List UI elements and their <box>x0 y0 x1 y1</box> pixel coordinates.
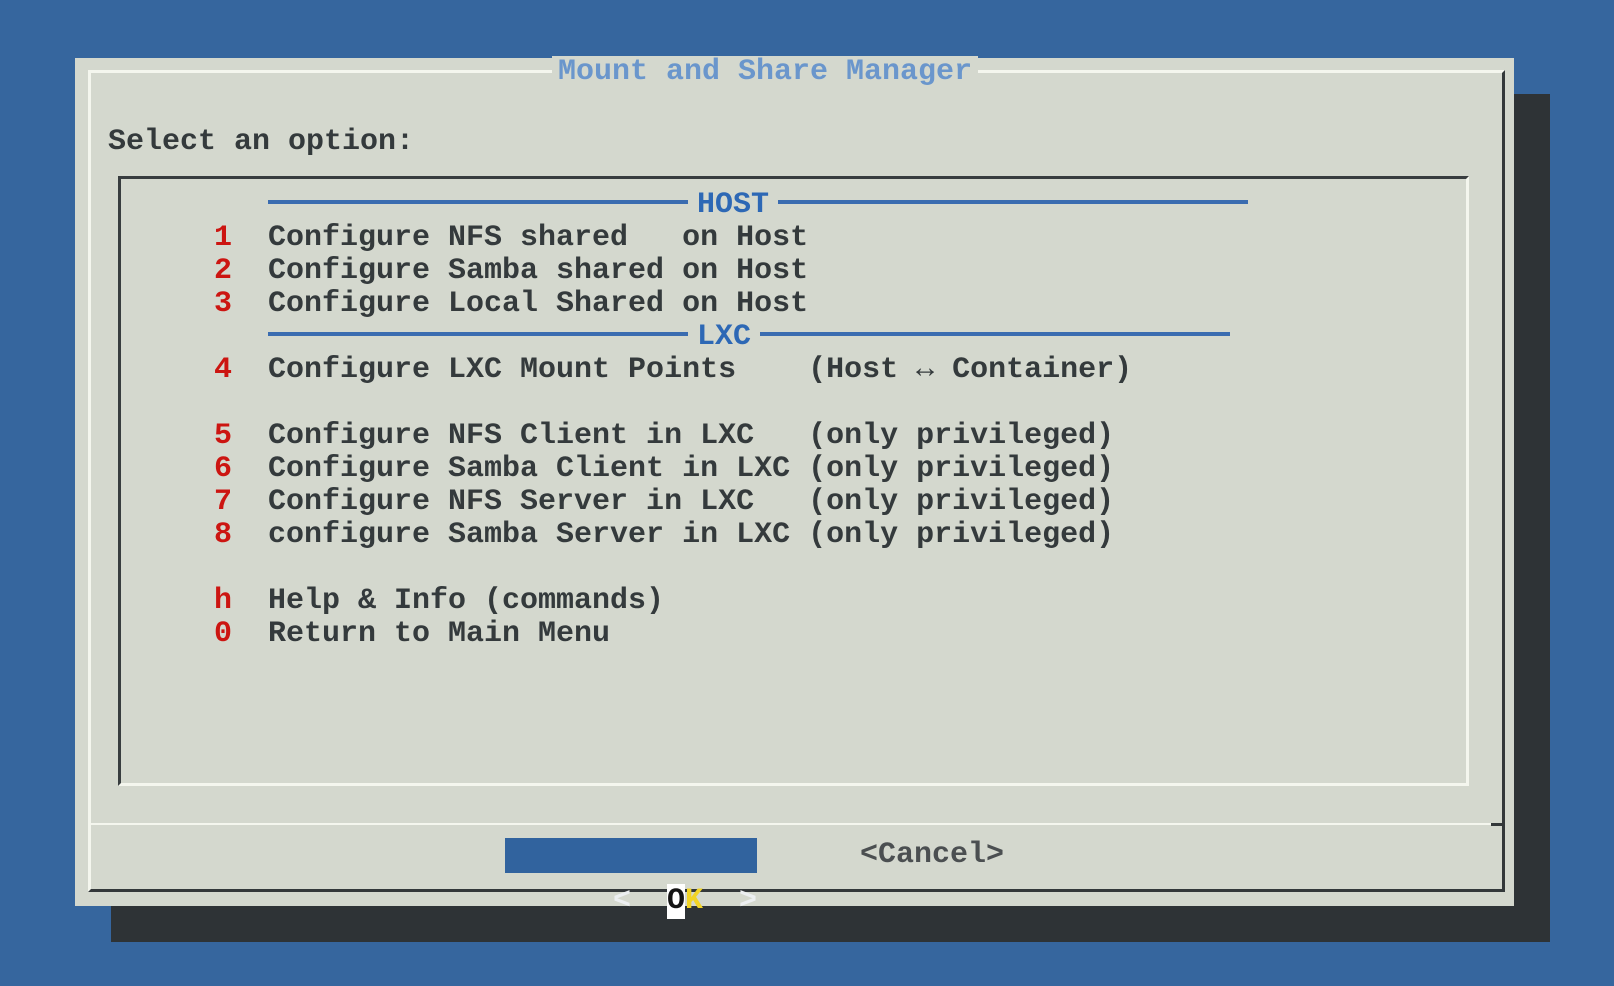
terminal-screen: Mount and Share Manager Select an option… <box>0 0 1614 986</box>
menu-item-label: configure Samba Server in LXC (only priv… <box>268 518 1114 552</box>
ok-cursor-block: O <box>667 884 685 919</box>
menu-box: HOST1Configure NFS shared on Host2Config… <box>118 176 1469 786</box>
menu-item-key: 2 <box>214 255 268 288</box>
menu-item-label: Return to Main Menu <box>268 617 610 651</box>
menu-item-label: Configure Samba shared on Host <box>268 254 808 288</box>
menu-list: HOST1Configure NFS shared on Host2Config… <box>121 179 1466 651</box>
ok-right-angle: > <box>739 884 757 919</box>
menu-item-key: 6 <box>214 453 268 486</box>
menu-item-label: Configure NFS shared on Host <box>268 221 808 255</box>
menu-item-label: Configure Local Shared on Host <box>268 287 808 321</box>
menu-item-key: 0 <box>214 618 268 651</box>
dialog-window: Mount and Share Manager Select an option… <box>75 58 1514 906</box>
menu-item-5[interactable]: 5Configure NFS Client in LXC (only privi… <box>121 420 1466 453</box>
ok-gap <box>703 873 739 908</box>
menu-item-0[interactable]: 0Return to Main Menu <box>121 618 1466 651</box>
menu-spacer <box>121 552 1466 585</box>
menu-item-key: 1 <box>214 222 268 255</box>
ok-button[interactable]: <OK> <box>505 838 757 873</box>
section-label: LXC <box>688 320 760 354</box>
menu-item-6[interactable]: 6Configure Samba Client in LXC (only pri… <box>121 453 1466 486</box>
section-separator-lxc: LXC <box>121 321 1466 354</box>
menu-item-key: 8 <box>214 519 268 552</box>
menu-item-3[interactable]: 3Configure Local Shared on Host <box>121 288 1466 321</box>
ok-label-rest: K <box>685 884 703 919</box>
menu-item-7[interactable]: 7Configure NFS Server in LXC (only privi… <box>121 486 1466 519</box>
menu-item-label: Configure Samba Client in LXC (only priv… <box>268 452 1114 486</box>
menu-spacer <box>121 387 1466 420</box>
menu-item-label: Configure LXC Mount Points (Host ↔ Conta… <box>268 353 1132 387</box>
separator-rule-right <box>760 332 1230 336</box>
menu-item-4[interactable]: 4Configure LXC Mount Points (Host ↔ Cont… <box>121 354 1466 387</box>
dialog-title: Mount and Share Manager <box>552 56 978 89</box>
menu-item-key: 7 <box>214 486 268 519</box>
separator-rule-right <box>778 200 1248 204</box>
menu-item-key: 3 <box>214 288 268 321</box>
separator-rule-left <box>268 332 688 336</box>
menu-item-8[interactable]: 8configure Samba Server in LXC (only pri… <box>121 519 1466 552</box>
menu-item-key: 5 <box>214 420 268 453</box>
button-separator-line <box>88 823 1505 825</box>
section-separator-host: HOST <box>121 189 1466 222</box>
separator-rule-left <box>268 200 688 204</box>
menu-item-1[interactable]: 1Configure NFS shared on Host <box>121 222 1466 255</box>
cancel-button[interactable]: <Cancel> <box>860 838 1004 873</box>
menu-item-label: Configure NFS Client in LXC (only privil… <box>268 419 1114 453</box>
menu-item-key: 4 <box>214 354 268 387</box>
prompt-text: Select an option: <box>108 126 414 159</box>
menu-item-label: Configure NFS Server in LXC (only privil… <box>268 485 1114 519</box>
menu-item-key: h <box>214 585 268 618</box>
menu-item-h[interactable]: hHelp & Info (commands) <box>121 585 1466 618</box>
menu-item-label: Help & Info (commands) <box>268 584 664 618</box>
section-label: HOST <box>688 188 778 222</box>
menu-item-2[interactable]: 2Configure Samba shared on Host <box>121 255 1466 288</box>
separator-end-stub <box>1491 823 1505 826</box>
ok-left-angle: < <box>613 884 631 919</box>
ok-gap <box>631 873 667 908</box>
